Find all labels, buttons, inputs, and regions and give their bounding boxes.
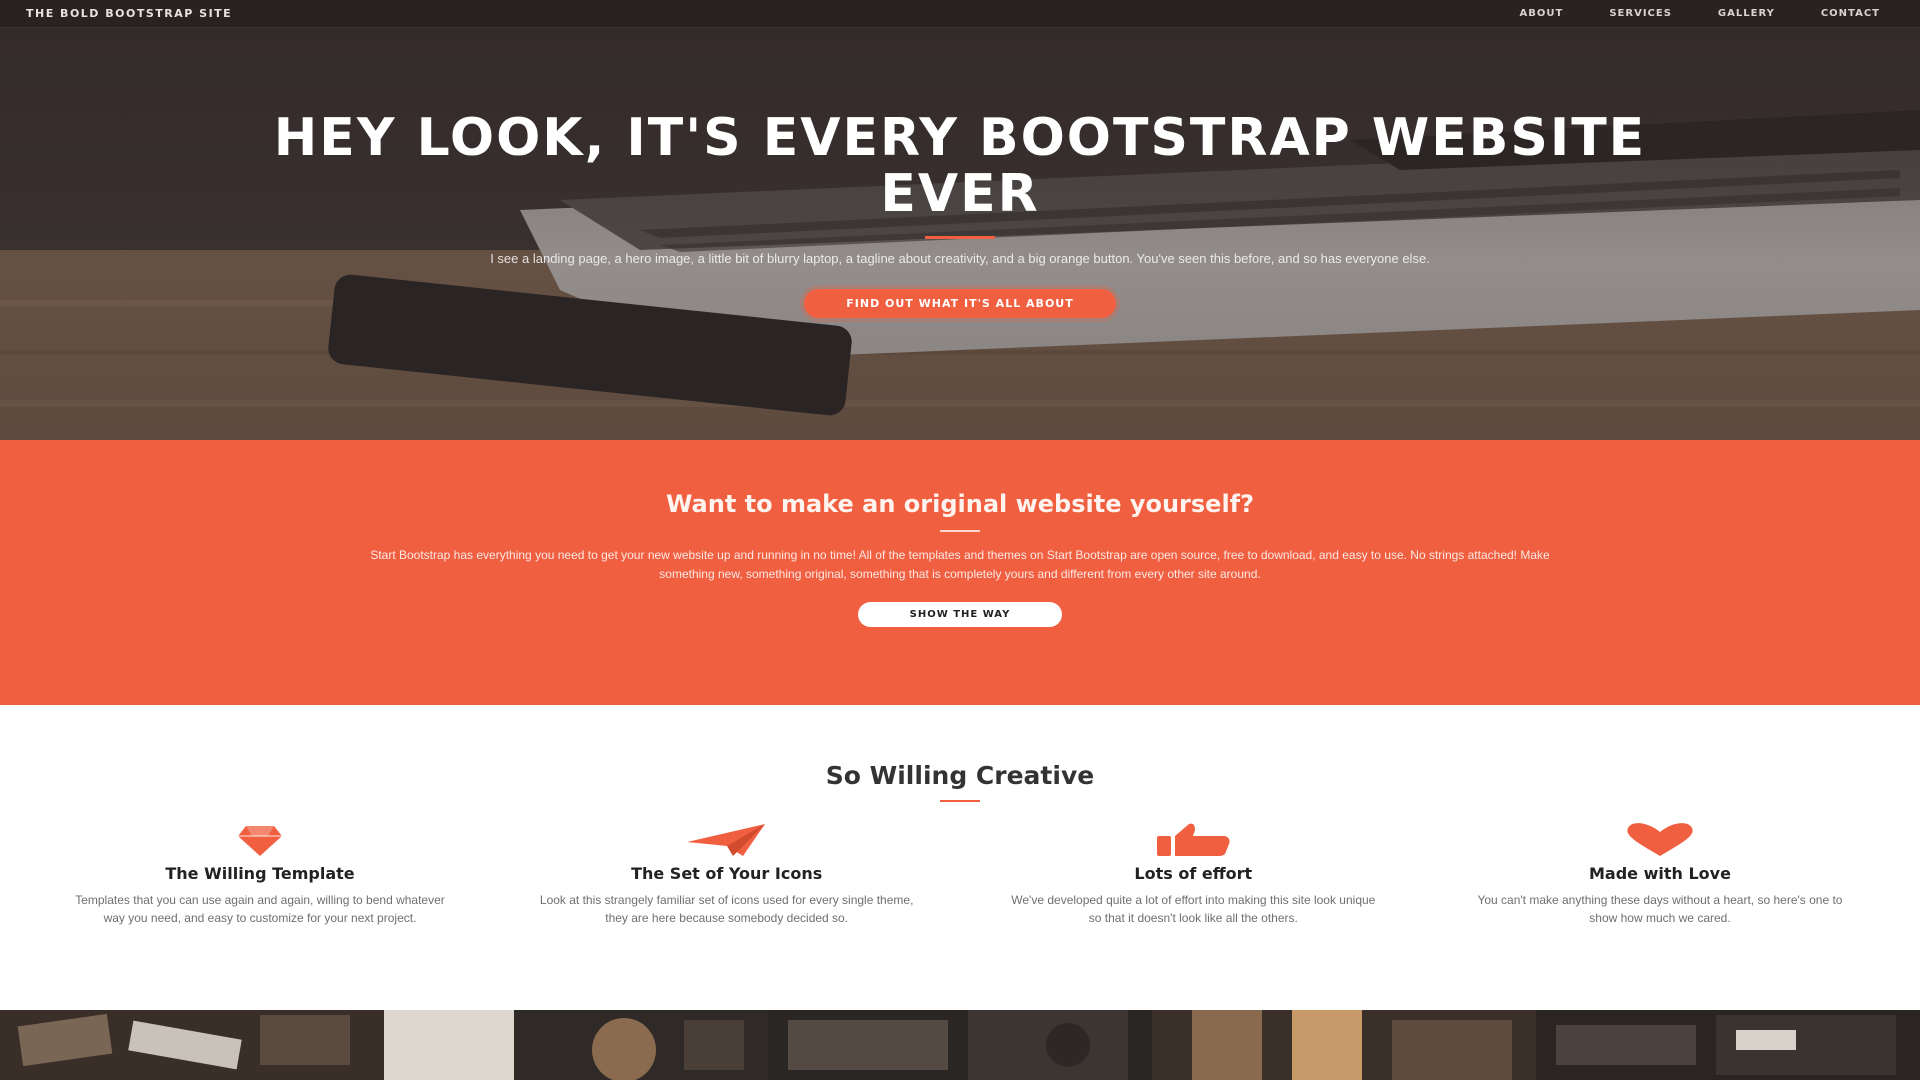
diamond-icon [50, 820, 470, 860]
service-title: Made with Love [1589, 864, 1731, 883]
portfolio-item[interactable] [768, 1010, 1152, 1080]
service-item: The Set of Your Icons Look at this stran… [517, 820, 937, 927]
nav-link-services[interactable]: SERVICES [1609, 8, 1672, 19]
hero-content: HEY LOOK, IT'S EVERY BOOTSTRAP WEBSITE E… [0, 110, 1920, 318]
service-title: The Willing Template [165, 864, 355, 883]
service-text: Templates that you can use again and aga… [75, 893, 445, 925]
hero-divider [925, 236, 995, 239]
services-title: So Willing Creative [825, 761, 1095, 790]
about-title: Want to make an original website yoursel… [665, 490, 1255, 518]
service-title: Lots of effort [1134, 864, 1253, 883]
services-section: So Willing Creative The Willing Template… [0, 705, 1920, 1010]
top-navbar: THE BOLD BOOTSTRAP SITE ABOUT SERVICES G… [0, 0, 1920, 28]
about-section: Want to make an original website yoursel… [0, 440, 1920, 705]
service-text: We've developed quite a lot of effort in… [1011, 893, 1376, 925]
navbar-brand[interactable]: THE BOLD BOOTSTRAP SITE [20, 7, 232, 20]
service-text: Look at this strangely familiar set of i… [539, 893, 914, 925]
hero-subtitle: I see a landing page, a hero image, a li… [490, 251, 1430, 266]
nav-link-about[interactable]: ABOUT [1520, 8, 1564, 19]
portfolio-item[interactable] [0, 1010, 384, 1080]
portfolio-item[interactable] [1152, 1010, 1536, 1080]
service-item: Lots of effort We've developed quite a l… [983, 820, 1403, 927]
nav-links: ABOUT SERVICES GALLERY CONTACT [1520, 8, 1900, 19]
paper-plane-icon [517, 820, 937, 860]
hero-cta-button[interactable]: FIND OUT WHAT IT'S ALL ABOUT [804, 289, 1116, 318]
services-grid: The Willing Template Templates that you … [50, 820, 1870, 927]
heart-icon [1450, 820, 1870, 860]
service-title: The Set of Your Icons [631, 864, 823, 883]
thumbs-up-icon [983, 820, 1403, 860]
about-divider [940, 530, 980, 532]
portfolio-strip [0, 1010, 1920, 1080]
portfolio-item[interactable] [1536, 1010, 1920, 1080]
about-text: Start Bootstrap has everything you need … [370, 548, 1550, 581]
nav-link-gallery[interactable]: GALLERY [1718, 8, 1775, 19]
portfolio-item[interactable] [384, 1010, 768, 1080]
services-divider [940, 800, 980, 802]
service-text: You can't make anything these days witho… [1477, 893, 1843, 925]
nav-link-contact[interactable]: CONTACT [1821, 8, 1880, 19]
hero-title: HEY LOOK, IT'S EVERY BOOTSTRAP WEBSITE E… [273, 108, 1647, 224]
hero-section: HEY LOOK, IT'S EVERY BOOTSTRAP WEBSITE E… [0, 0, 1920, 440]
about-cta-button[interactable]: SHOW THE WAY [857, 602, 1063, 627]
service-item: The Willing Template Templates that you … [50, 820, 470, 927]
service-item: Made with Love You can't make anything t… [1450, 820, 1870, 927]
